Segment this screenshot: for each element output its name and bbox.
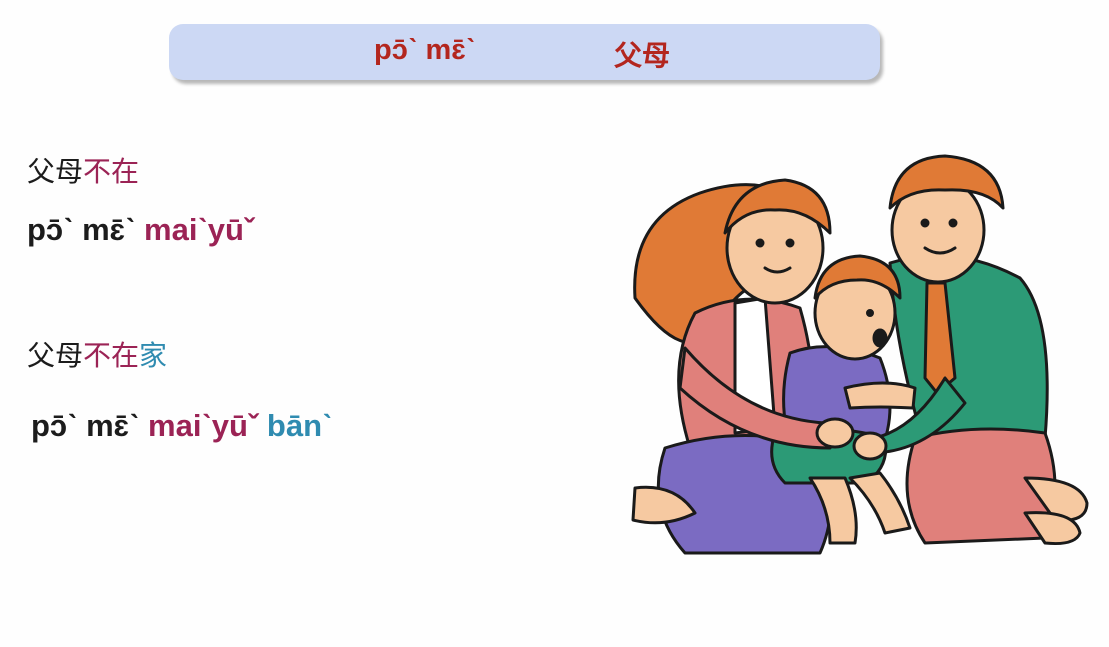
example2-hanzi-part: 不在 bbox=[83, 339, 140, 372]
example2-roman-part: maiˋyūˇ bbox=[148, 408, 267, 443]
example1-hanzi-part: 父母 bbox=[27, 155, 84, 188]
example1-roman-part: maiˋyūˇ bbox=[144, 212, 255, 247]
example2-hanzi: 父母不在家 bbox=[27, 334, 167, 374]
example2-hanzi-part: 父母 bbox=[27, 339, 84, 372]
example1-romanization: pɔ̄ˋ mɛ̄ˋ maiˋyūˇ bbox=[27, 212, 254, 248]
example2-roman-part: pɔ̄ˋ mɛ̄ˋ bbox=[31, 408, 149, 443]
example1-hanzi-part: 不在 bbox=[83, 155, 140, 188]
example2-hanzi-part: 家 bbox=[139, 339, 168, 372]
example1-roman-part: pɔ̄ˋ mɛ̄ˋ bbox=[27, 212, 145, 247]
example1-hanzi: 父母不在 bbox=[27, 150, 139, 190]
example2-roman-part: bānˋ bbox=[266, 408, 333, 443]
title-bar: pɔ̄ˋ mɛ̄ˋ 父母 bbox=[169, 24, 880, 80]
title-hanzi: 父母 bbox=[614, 39, 671, 72]
title-romanization: pɔ̄ˋ mɛ̄ˋ bbox=[374, 34, 476, 66]
family-hug-illustration bbox=[631, 154, 1089, 555]
example2-romanization: pɔ̄ˋ mɛ̄ˋ maiˋyūˇ bānˋ bbox=[31, 408, 332, 444]
